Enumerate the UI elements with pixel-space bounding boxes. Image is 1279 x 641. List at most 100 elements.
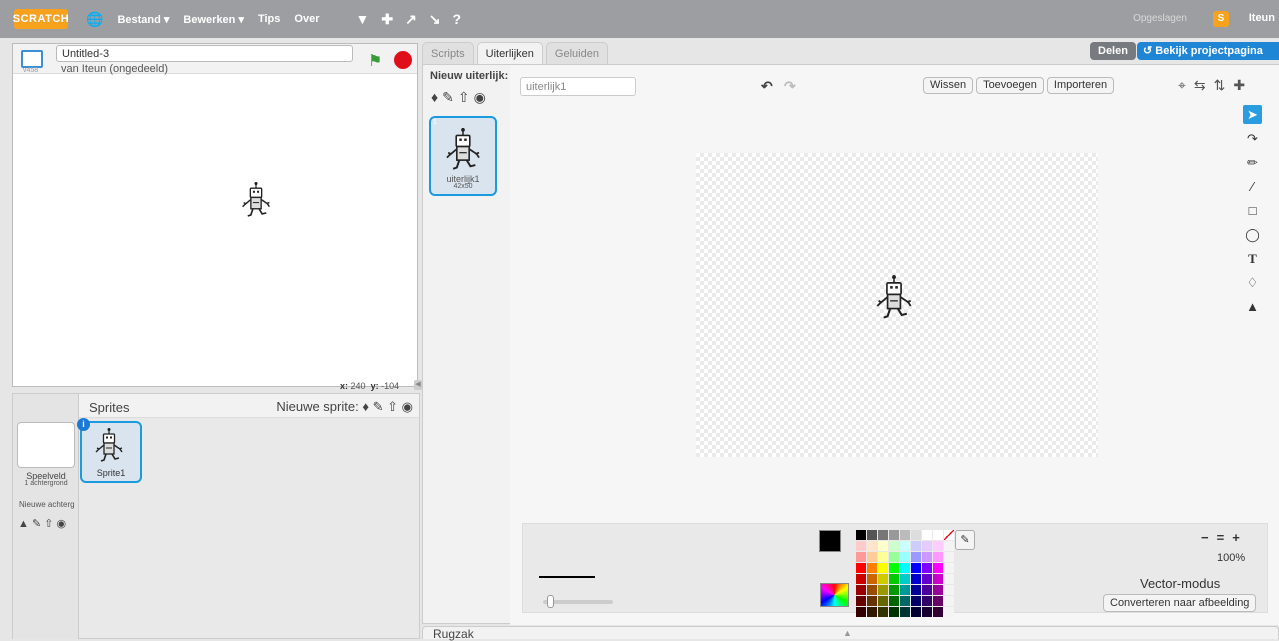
tab-costumes[interactable]: Uiterlijken [476,42,543,64]
color-swatch[interactable] [922,563,932,573]
project-title-input[interactable] [56,45,353,62]
share-button[interactable]: Delen [1090,42,1136,60]
eyedropper-icon[interactable]: ✎ [955,530,975,550]
import-button[interactable]: Importeren [1046,77,1115,94]
color-swatch[interactable] [878,585,888,595]
primary-color-swatch[interactable] [819,530,841,552]
color-swatch[interactable] [878,596,888,606]
color-swatch[interactable] [900,563,910,573]
slider-knob[interactable] [547,595,554,608]
crop-icon[interactable]: ⌖ [1178,77,1186,94]
costume-library-icon[interactable]: ♦ [431,89,442,105]
color-swatch[interactable] [889,530,899,540]
costume-camera-icon[interactable]: ◉ [474,89,490,105]
menu-tips[interactable]: Tips [258,13,280,25]
color-picker-gradient[interactable] [820,583,849,607]
color-swatch[interactable] [911,607,921,617]
color-swatch[interactable] [889,541,899,551]
color-swatch[interactable] [889,596,899,606]
color-swatch[interactable] [944,552,954,562]
stamp-tool-icon[interactable]: ▲ [1243,297,1262,316]
color-swatch[interactable] [878,541,888,551]
menu-about[interactable]: Over [294,13,319,25]
backdrop-upload-icon[interactable]: ⇧ [44,518,53,530]
menu-file[interactable]: Bestand ▾ [117,13,169,26]
fill-bucket-icon[interactable]: ♢ [1243,273,1262,292]
color-swatch[interactable] [933,596,943,606]
color-swatch[interactable] [856,596,866,606]
zoom-out-icon[interactable]: − [1201,530,1209,545]
stage-thumbnail[interactable] [17,422,75,468]
green-flag-icon[interactable]: ⚑ [368,51,382,71]
clear-button[interactable]: Wissen [923,77,974,94]
ellipse-icon[interactable]: ◯ [1243,225,1262,244]
sprite-upload-icon[interactable]: ⇧ [387,399,398,414]
pencil-icon[interactable]: ✏ [1243,153,1262,172]
color-swatch[interactable] [878,607,888,617]
color-swatch[interactable] [856,574,866,584]
color-swatch[interactable] [944,596,954,606]
color-swatch[interactable] [889,552,899,562]
sprite-camera-icon[interactable]: ◉ [402,399,413,414]
color-swatch[interactable] [867,552,877,562]
backdrop-camera-icon[interactable]: ◉ [57,518,67,530]
color-swatch[interactable] [878,552,888,562]
color-swatch[interactable] [856,585,866,595]
backdrop-library-icon[interactable]: ▲ [18,518,29,530]
zoom-in-icon[interactable]: + [1232,530,1240,545]
color-swatch[interactable] [911,596,921,606]
color-swatch[interactable] [856,541,866,551]
color-swatch[interactable] [922,574,932,584]
line-icon[interactable]: ∕ [1243,177,1262,196]
color-swatch[interactable] [900,574,910,584]
color-swatch[interactable] [900,596,910,606]
color-swatch[interactable] [922,596,932,606]
stop-icon[interactable] [394,51,412,69]
sprite-library-icon[interactable]: ♦ [362,399,369,414]
sprite-info-icon[interactable]: i [77,418,90,431]
color-swatch[interactable] [933,574,943,584]
canvas-robot-costume[interactable] [876,275,912,319]
color-swatch[interactable] [867,596,877,606]
color-swatch[interactable] [867,607,877,617]
backdrop-paint-icon[interactable]: ✎ [32,518,41,530]
shrink-icon[interactable]: ↘ [429,11,441,28]
grow-icon[interactable]: ↗ [405,11,417,28]
undo-icon[interactable]: ↶ [761,78,773,95]
costume-upload-icon[interactable]: ⇧ [458,89,474,105]
color-swatch[interactable] [933,607,943,617]
color-swatch[interactable] [933,541,943,551]
redo-icon[interactable]: ↷ [784,78,796,95]
language-globe-icon[interactable]: 🌐 [86,11,103,28]
costume-center-icon[interactable]: ✚ [1233,77,1245,94]
color-swatch[interactable] [856,563,866,573]
color-swatch[interactable] [867,585,877,595]
color-swatch[interactable] [867,574,877,584]
color-swatch[interactable] [922,585,932,595]
color-swatch[interactable] [856,607,866,617]
backpack-expand-icon[interactable]: ▲ [843,628,852,638]
menu-edit[interactable]: Bewerken ▾ [183,13,244,26]
color-swatch[interactable] [944,574,954,584]
color-swatch[interactable] [911,563,921,573]
move-icon[interactable]: ✚ [381,11,393,28]
color-swatch[interactable] [922,552,932,562]
color-swatch[interactable] [944,563,954,573]
stage-collapse-handle[interactable]: ◀ [414,380,422,390]
color-swatch[interactable] [878,574,888,584]
color-swatch[interactable] [922,607,932,617]
costume-name-input[interactable] [520,77,636,96]
flip-vertical-icon[interactable]: ⇅ [1214,77,1226,94]
rectangle-icon[interactable]: □ [1243,201,1262,220]
color-swatch[interactable] [889,574,899,584]
color-swatch[interactable] [889,585,899,595]
stage-sprite-robot[interactable] [241,182,271,217]
sprite-tile[interactable]: i Sprite1 [77,418,142,483]
backpack-bar[interactable]: Rugzak ▲ [422,626,1279,641]
color-swatch[interactable] [867,530,877,540]
stamp-icon[interactable]: ▼ [355,11,369,28]
color-swatch[interactable] [933,530,943,540]
color-swatch[interactable] [900,541,910,551]
color-swatch[interactable] [900,530,910,540]
line-width-slider[interactable] [543,595,613,608]
